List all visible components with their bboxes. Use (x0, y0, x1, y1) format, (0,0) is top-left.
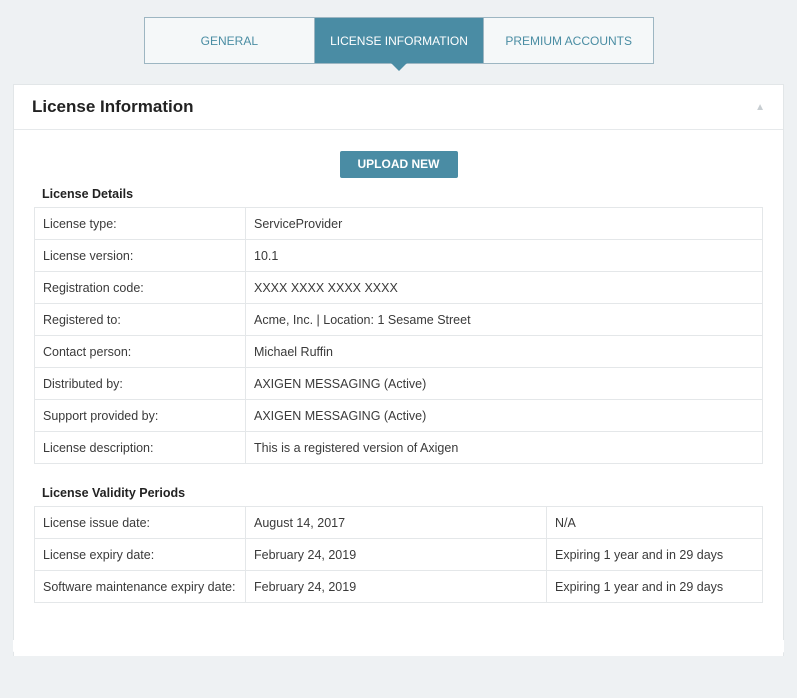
upload-new-key-button[interactable]: UPLOAD NEW KEY (339, 151, 458, 198)
panel-wavy-edge (13, 640, 784, 656)
row-label: Contact person: (34, 335, 246, 368)
tab-general[interactable]: GENERAL (145, 18, 315, 63)
row-value: This is a registered version of Axigen (245, 431, 763, 464)
table-row: Contact person: Michael Ruffin (34, 335, 763, 368)
row-label: License type: (34, 207, 246, 240)
row-label: Registration code: (34, 271, 246, 304)
row-value: Michael Ruffin (245, 335, 763, 368)
collapse-icon[interactable]: ▲ (755, 102, 765, 113)
table-row: License issue date: August 14, 2017 N/A (34, 506, 763, 539)
table-row: Software maintenance expiry date: Februar… (34, 570, 763, 603)
table-row: Registration code: XXXX XXXX XXXX XXXX (34, 271, 763, 304)
table-row: Registered to: Acme, Inc. | Location: 1 S… (34, 303, 763, 336)
tab-premium-accounts[interactable]: PREMIUM ACCOUNTS (484, 18, 653, 63)
panel-header: License Information ▲ (14, 85, 783, 130)
row-label: License expiry date: (34, 538, 246, 571)
license-information-panel: License Information ▲ UPLOAD NEW KEY Lic… (13, 84, 784, 656)
table-row: License description: This is a registered… (34, 431, 763, 464)
table-row: License expiry date: February 24, 2019 Exp… (34, 538, 763, 571)
tab-bar: GENERAL LICENSE INFORMATION PREMIUM ACCO… (144, 17, 654, 71)
row-date: February 24, 2019 (245, 570, 547, 603)
row-value: 10.1 (245, 239, 763, 272)
panel-title: License Information (32, 97, 194, 116)
license-details-title: License Details (42, 187, 134, 201)
row-label: License description: (34, 431, 246, 464)
row-label: Software maintenance expiry date: (34, 570, 246, 603)
row-label: Distributed by: (34, 367, 246, 400)
license-details-table: License type: ServiceProvider License ver… (34, 207, 763, 464)
tab-license-information[interactable]: LICENSE INFORMATION (314, 18, 485, 71)
row-value: AXIGEN MESSAGING (Active) (245, 399, 763, 432)
license-validity-table: License issue date: August 14, 2017 N/A Li… (34, 506, 763, 603)
row-date: February 24, 2019 (245, 538, 547, 571)
table-row: License version: 10.1 (34, 239, 763, 272)
row-status: Expiring 1 year and in 29 days (546, 570, 763, 603)
row-value: ServiceProvider (245, 207, 763, 240)
row-value: Acme, Inc. | Location: 1 Sesame Street (245, 303, 763, 336)
row-value: AXIGEN MESSAGING (Active) (245, 367, 763, 400)
row-value: XXXX XXXX XXXX XXXX (245, 271, 763, 304)
row-label: License issue date: (34, 506, 246, 539)
license-validity-title: License Validity Periods (42, 486, 186, 500)
table-row: Support provided by: AXIGEN MESSAGING (Ac… (34, 399, 763, 432)
row-label: Registered to: (34, 303, 246, 336)
table-row: Distributed by: AXIGEN MESSAGING (Active) (34, 367, 763, 400)
table-row: License type: ServiceProvider (34, 207, 763, 240)
row-status: Expiring 1 year and in 29 days (546, 538, 763, 571)
row-label: Support provided by: (34, 399, 246, 432)
row-label: License version: (34, 239, 246, 272)
row-date: August 14, 2017 (245, 506, 547, 539)
row-status: N/A (546, 506, 763, 539)
